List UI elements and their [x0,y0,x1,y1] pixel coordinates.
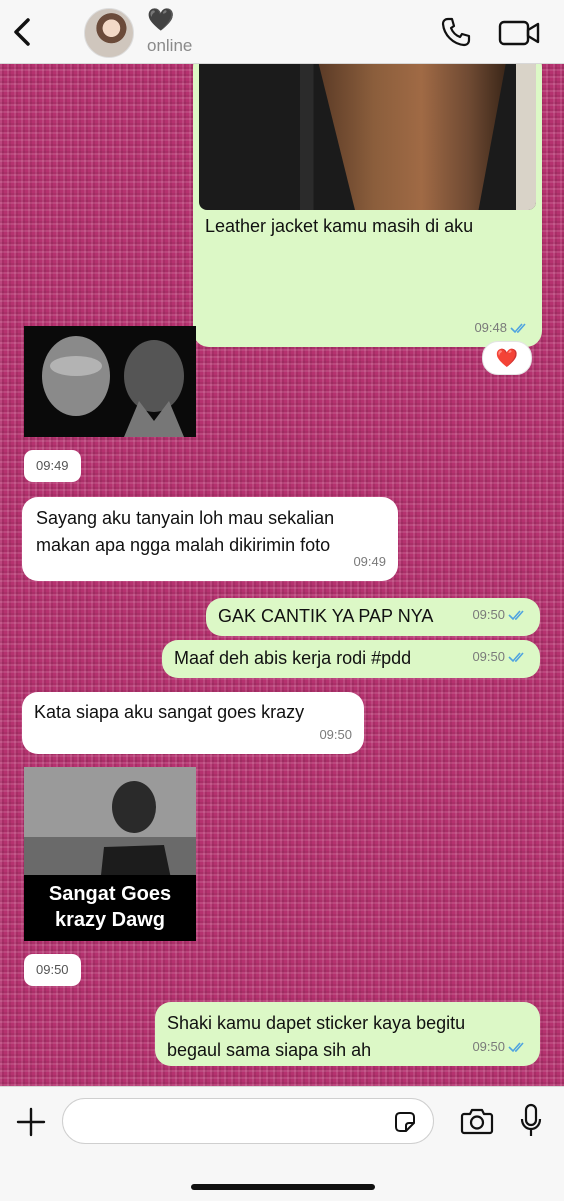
double-check-icon [508,609,524,620]
message-meta: 09:50 [472,1033,528,1060]
message-time: 09:50 [472,607,505,622]
message-text: Sayang aku tanyain loh mau sekalian maka… [36,508,335,555]
message-meta: 09:49 [353,548,386,575]
photo-background [516,63,536,210]
double-check-icon [508,1041,524,1052]
chat-area[interactable]: Leather jacket kamu masih di aku 09:48 ❤… [0,63,564,1086]
outgoing-message[interactable]: Maaf deh abis kerja rodi #pdd 09:50 [162,640,540,678]
incoming-message[interactable]: Kata siapa aku sangat goes krazy 09:50 [22,692,364,754]
image-time: 09:49 [24,450,81,482]
composer-bar [0,1086,564,1201]
hair-shape [317,63,507,210]
message-meta: 09:50 [472,643,528,670]
jacket-photo[interactable] [199,63,536,210]
heart-reaction[interactable]: ❤️ [482,341,532,375]
incoming-message[interactable]: Sayang aku tanyain loh mau sekalian maka… [22,497,398,581]
back-chevron-icon[interactable] [8,14,38,50]
message-time: 09:50 [319,727,352,742]
message-text: Shaki kamu dapet sticker kaya begitu beg… [167,1013,466,1060]
outgoing-message[interactable]: GAK CANTIK YA PAP NYA 09:50 [206,598,540,636]
outgoing-message[interactable]: Shaki kamu dapet sticker kaya begitu beg… [155,1002,540,1066]
chat-header: 🖤 online [0,0,564,64]
microphone-icon[interactable] [520,1103,542,1139]
message-time: 09:48 [474,320,507,335]
message-meta: 09:48 [474,314,530,341]
double-check-icon [508,651,524,662]
message-time: 09:50 [472,1039,505,1054]
incoming-image-men[interactable] [24,326,196,437]
praying-men-image [24,326,196,437]
message-text: Kata siapa aku sangat goes krazy [34,702,305,722]
message-input[interactable] [62,1098,434,1144]
sticker-icon[interactable] [392,1109,418,1135]
sticker-time: 09:50 [24,954,81,986]
sticker-caption: Sangat Goes krazy Dawg [48,883,172,931]
contact-status: online [147,36,193,55]
double-check-icon [510,322,526,333]
phone-icon[interactable] [440,16,472,48]
incoming-sticker-image[interactable]: Sangat Goes krazy Dawg [24,767,196,941]
outgoing-photo-message[interactable]: Leather jacket kamu masih di aku 09:48 [193,63,542,347]
home-indicator [191,1184,375,1190]
contact-name[interactable]: 🖤 [147,8,174,32]
message-time: 09:50 [472,649,505,664]
message-meta: 09:50 [472,601,528,628]
video-camera-icon[interactable] [498,18,540,48]
message-text: Leather jacket kamu masih di aku [205,216,474,236]
camera-icon[interactable] [460,1105,494,1137]
plus-icon[interactable] [14,1105,48,1139]
message-time: 09:49 [353,554,386,569]
contact-avatar[interactable] [84,8,134,58]
message-meta: 09:50 [319,721,352,748]
